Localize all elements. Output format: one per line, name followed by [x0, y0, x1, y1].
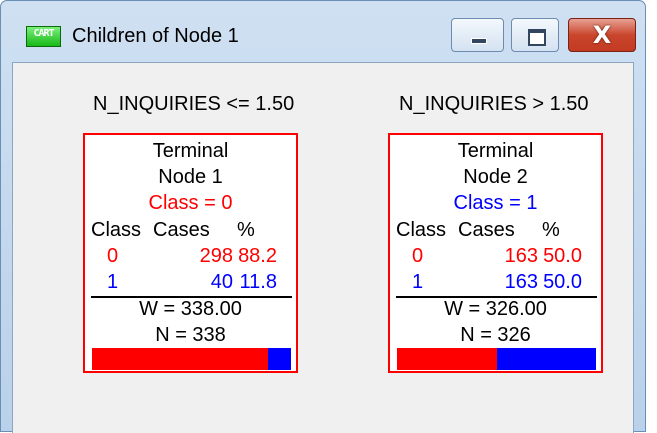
title-bar[interactable]: CART Children of Node 1 X	[1, 1, 645, 52]
header-class: Class	[91, 219, 142, 241]
node-type: Terminal	[457, 140, 534, 162]
node-type: Terminal	[152, 140, 229, 162]
row-class: 0	[412, 245, 424, 267]
row-cases: 163	[504, 245, 538, 267]
class-1-bar	[267, 348, 291, 370]
header-cases: Cases	[458, 219, 515, 241]
split-condition: N_INQUIRIES > 1.50	[399, 93, 589, 115]
class-1-bar	[496, 348, 596, 370]
count-value: N = 326	[460, 324, 531, 346]
row-cases: 40	[210, 271, 233, 293]
node-label: Node 2	[463, 166, 528, 188]
row-pct: 50.0	[543, 245, 582, 267]
header-cases: Cases	[153, 219, 210, 241]
count-value: N = 338	[155, 324, 226, 346]
class-distribution-bar	[397, 348, 596, 370]
maximize-button[interactable]	[511, 18, 559, 52]
app-icon-text: CART	[33, 28, 54, 39]
row-cases: 163	[504, 271, 538, 293]
row-class: 0	[107, 245, 119, 267]
class-label: Class = 1	[453, 192, 538, 214]
node-label: Node 1	[158, 166, 223, 188]
minimize-button[interactable]	[451, 18, 504, 52]
window: CART Children of Node 1 X N_INQUIRIES <=…	[0, 0, 646, 433]
cart-app-icon[interactable]: CART	[26, 26, 61, 47]
close-icon: X	[592, 21, 612, 49]
row-pct: 11.8	[239, 271, 277, 293]
header-pct: %	[237, 219, 255, 241]
class-distribution-bar	[92, 348, 291, 370]
row-cases: 298	[199, 245, 233, 267]
class-0-bar	[92, 348, 268, 370]
split-condition: N_INQUIRIES <= 1.50	[93, 93, 295, 115]
row-pct: 50.0	[543, 271, 582, 293]
row-class: 1	[412, 271, 424, 293]
minimize-icon	[471, 38, 487, 44]
weight-value: W = 338.00	[139, 298, 242, 320]
header-class: Class	[396, 219, 447, 241]
row-class: 1	[107, 271, 119, 293]
maximize-icon	[528, 29, 546, 46]
class-0-bar	[397, 348, 497, 370]
weight-value: W = 326.00	[444, 298, 547, 320]
client-area: N_INQUIRIES <= 1.50 Terminal Node 1 Clas…	[12, 62, 634, 433]
terminal-node-2[interactable]: Terminal Node 2 Class = 1 Class Cases % …	[388, 133, 603, 373]
close-button[interactable]: X	[568, 18, 636, 52]
header-pct: %	[542, 219, 560, 241]
window-title: Children of Node 1	[72, 25, 239, 47]
terminal-node-1[interactable]: Terminal Node 1 Class = 0 Class Cases % …	[83, 133, 298, 373]
class-label: Class = 0	[148, 192, 233, 214]
row-pct: 88.2	[238, 245, 277, 267]
